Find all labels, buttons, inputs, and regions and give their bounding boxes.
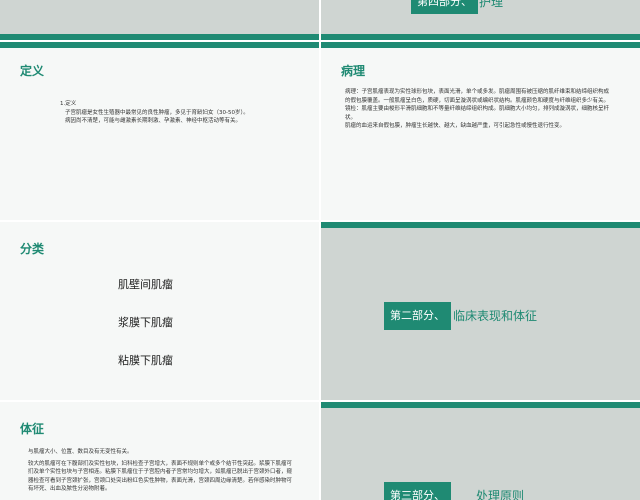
definition-line: 1.定义	[60, 101, 77, 107]
slide-section2-band	[321, 222, 640, 228]
classification-item: 浆膜下肌瘤	[118, 316, 173, 329]
classification-item: 粘膜下肌瘤	[118, 354, 173, 367]
slide-section4-band	[321, 34, 640, 40]
slide-definition: 定义 1.定义 子宫肌瘤是女性生殖器中最常见的良性肿瘤，多见于育龄妇女（30-5…	[0, 42, 319, 220]
definition-title: 定义	[20, 64, 45, 78]
classification-title: 分类	[20, 242, 45, 256]
definition-line: 病因尚不清楚，可能与雌激素长期刺激、孕激素、神经中枢活动等有关。	[65, 118, 242, 124]
signs-title: 体征	[20, 422, 45, 436]
slide-section2: 第二部分、 临床表现和体征	[321, 222, 640, 400]
section4-title: 护理	[479, 0, 504, 9]
signs-line: 与肌瘤大小、位置、数目及有无变性有关。	[28, 449, 133, 455]
slide-top-left-band	[0, 34, 319, 40]
pathology-line: 肌瘤的血运来自假包膜，肿瘤生长越快、越大，缺血越严重，可引起急性或慢性退行性变。	[345, 123, 566, 129]
section2-badge: 第二部分、	[384, 302, 451, 330]
pathology-title: 病理	[341, 64, 366, 78]
section3-title: 处理原则	[476, 489, 525, 500]
slide-section3: 第三部分、 处理原则	[321, 402, 640, 500]
section2-title: 临床表现和体征	[453, 309, 538, 323]
classification-item: 肌壁间肌瘤	[118, 278, 173, 291]
slide-signs: 体征 与肌瘤大小、位置、数目及有无变性有关。 较大的肌瘤可在下腹部扪及实性包块，…	[0, 402, 319, 500]
section4-badge: 第四部分、	[411, 0, 478, 14]
slide-section4: 第四部分、 护理	[321, 0, 640, 40]
slide-classification: 分类 肌壁间肌瘤 浆膜下肌瘤 粘膜下肌瘤	[0, 222, 319, 400]
definition-line: 子宫肌瘤是女性生殖器中最常见的良性肿瘤，多见于育龄妇女（30-50岁）。	[65, 109, 249, 116]
signs-text: 与肌瘤大小、位置、数目及有无变性有关。 较大的肌瘤可在下腹部扪及实性包块，妇科检…	[28, 448, 296, 494]
slide-top-left	[0, 0, 319, 40]
definition-text: 1.定义 子宫肌瘤是女性生殖器中最常见的良性肿瘤，多见于育龄妇女（30-50岁）…	[60, 100, 280, 126]
slide-definition-band	[0, 42, 319, 48]
slide-section3-band	[321, 402, 640, 408]
slide-pathology: 病理 病理：子宫肌瘤表现为实性球形包块，表面光滑，单个或多发。肌瘤周围有被压缩的…	[321, 42, 640, 220]
pathology-line: 病理：子宫肌瘤表现为实性球形包块，表面光滑，单个或多发。肌瘤周围有被压缩的肌纤维…	[345, 89, 610, 104]
signs-line: 较大的肌瘤可在下腹部扪及实性包块，妇科检查子宫增大，表面不规则单个或多个结节性突…	[28, 460, 293, 493]
section3-badge: 第三部分、	[384, 482, 451, 500]
pathology-line: 镜检：肌瘤主要由梭形平滑肌细胞和不等量纤维结缔组织构成。肌细胞大小均匀，排列成漩…	[345, 106, 610, 121]
slide-pathology-band	[321, 42, 640, 48]
pathology-text: 病理：子宫肌瘤表现为实性球形包块，表面光滑，单个或多发。肌瘤周围有被压缩的肌纤维…	[345, 88, 609, 131]
